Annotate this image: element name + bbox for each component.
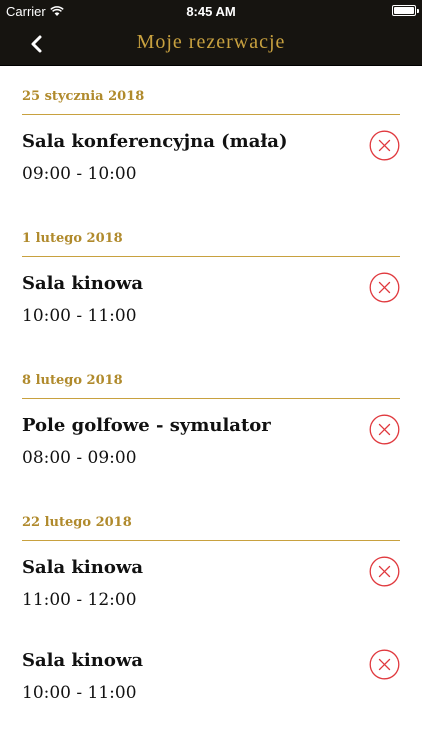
reservation-item[interactable]: Sala kinowa 10:00 - 11:00 [22, 257, 400, 350]
reservation-item[interactable]: Sala kinowa 11:00 - 12:00 [22, 541, 400, 634]
cancel-reservation-button[interactable] [369, 272, 400, 303]
cancel-reservation-button[interactable] [369, 649, 400, 680]
reservation-time: 11:00 - 12:00 [22, 590, 137, 610]
close-circle-icon [369, 649, 400, 680]
date-label: 22 lutego 2018 [22, 515, 132, 530]
date-label: 8 lutego 2018 [22, 373, 123, 388]
reservation-name: Sala kinowa [22, 557, 143, 578]
date-label: 1 lutego 2018 [22, 231, 123, 246]
close-circle-icon [369, 130, 400, 161]
date-header: 25 stycznia 2018 [22, 66, 400, 115]
navigation-bar: Moje rezerwacje [0, 22, 422, 66]
reservation-list[interactable]: 25 stycznia 2018 Sala konferencyjna (mała… [0, 66, 422, 750]
cancel-reservation-button[interactable] [369, 414, 400, 445]
reservation-item[interactable]: Pole golfowe - symulator 08:00 - 09:00 [22, 399, 400, 492]
status-bar: Carrier 8:45 AM [0, 0, 422, 22]
reservation-time: 09:00 - 10:00 [22, 164, 137, 184]
close-circle-icon [369, 414, 400, 445]
reservation-time: 10:00 - 11:00 [22, 683, 137, 703]
date-header: 8 lutego 2018 [22, 350, 400, 399]
close-circle-icon [369, 556, 400, 587]
reservation-item[interactable]: Sala konferencyjna (mała) 09:00 - 10:00 [22, 115, 400, 208]
cancel-reservation-button[interactable] [369, 130, 400, 161]
status-time: 8:45 AM [186, 4, 236, 19]
date-header: 1 lutego 2018 [22, 208, 400, 257]
reservation-name: Sala kinowa [22, 273, 143, 294]
reservation-name: Sala konferencyjna (mała) [22, 131, 288, 152]
date-header: 31 marca 2018 [22, 727, 400, 750]
reservation-name: Sala kinowa [22, 650, 143, 671]
date-label: 25 stycznia 2018 [22, 89, 145, 104]
reservation-item[interactable]: Sala kinowa 10:00 - 11:00 [22, 634, 400, 727]
date-header: 22 lutego 2018 [22, 492, 400, 541]
battery-icon [392, 5, 419, 16]
reservation-time: 10:00 - 11:00 [22, 306, 137, 326]
reservation-time: 08:00 - 09:00 [22, 448, 137, 468]
page-title: Moje rezerwacje [136, 31, 286, 53]
battery-fill [394, 7, 414, 14]
close-circle-icon [369, 272, 400, 303]
reservation-name: Pole golfowe - symulator [22, 415, 271, 436]
cancel-reservation-button[interactable] [369, 556, 400, 587]
